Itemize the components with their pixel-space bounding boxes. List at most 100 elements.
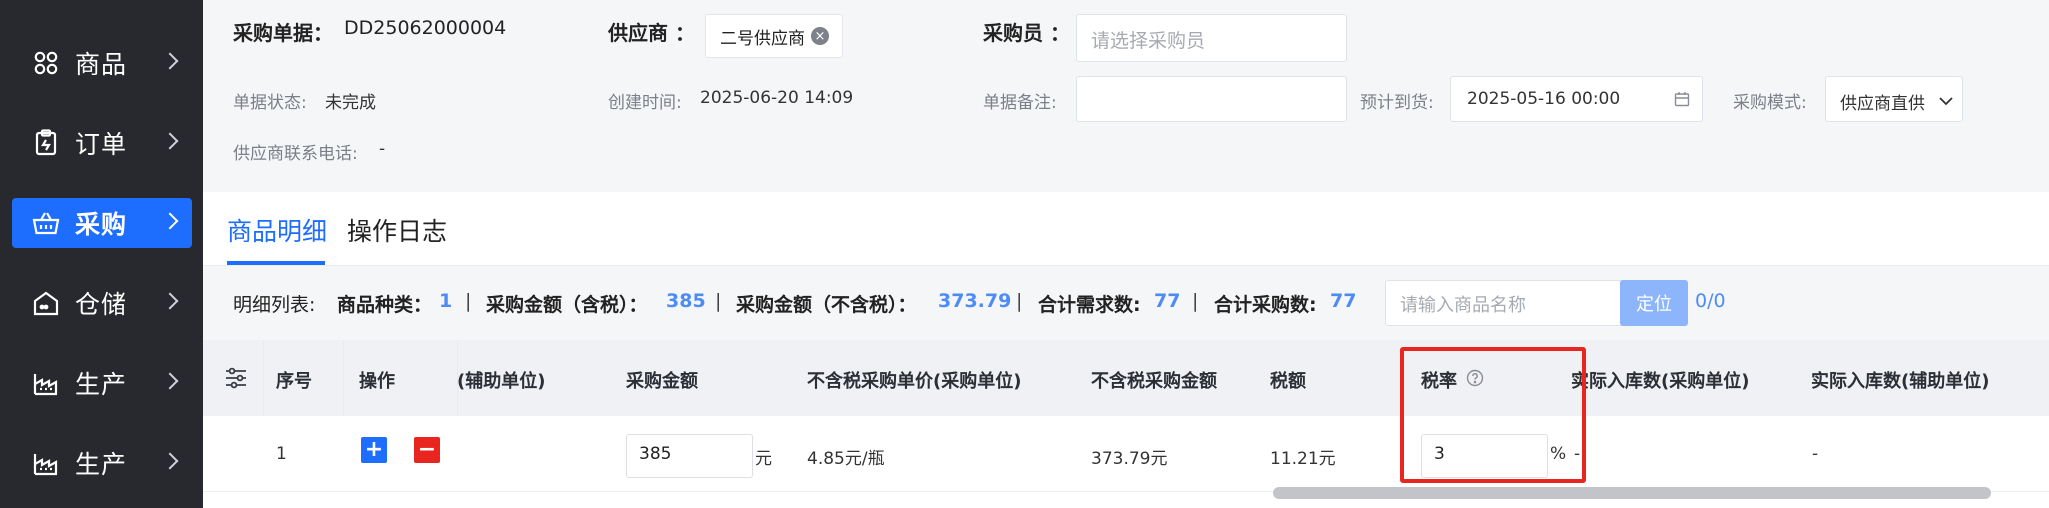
amount-tax-label: 采购金额（含税）： bbox=[486, 294, 648, 316]
amount-tax-value: 385 bbox=[666, 290, 706, 312]
chevron-right-icon bbox=[161, 372, 179, 390]
help-icon[interactable] bbox=[1466, 369, 1484, 391]
tab-product-details[interactable]: 商品明细 bbox=[227, 212, 327, 248]
sidebar-item-production-2[interactable]: 生产 bbox=[12, 438, 192, 488]
demand-total-value: 77 bbox=[1154, 290, 1181, 312]
horizontal-scrollbar[interactable] bbox=[1273, 487, 1991, 499]
col-header-in-qty-purchase: 实际入库数(采购单位) bbox=[1571, 371, 1750, 392]
chevron-right-icon bbox=[161, 452, 179, 470]
warehouse-icon bbox=[32, 289, 60, 317]
factory-icon bbox=[32, 369, 60, 397]
purchase-total-value: 77 bbox=[1330, 290, 1357, 312]
col-header-index: 序号 bbox=[276, 371, 312, 392]
cell-amount-notax: 373.79元 bbox=[1091, 449, 1168, 469]
calendar-icon bbox=[1674, 91, 1690, 111]
product-table: 序号 操作 (辅助单位) 采购金额 不含税采购单价(采购单位) 不含税采购金额 … bbox=[203, 340, 2049, 508]
phone-label: 供应商联系电话: bbox=[233, 144, 358, 164]
tax-rate-unit: % bbox=[1550, 444, 1567, 464]
sidebar-item-label: 生产 bbox=[75, 370, 128, 399]
remark-label: 单据备注: bbox=[983, 93, 1057, 113]
eta-value: 2025-05-16 00:00 bbox=[1467, 89, 1621, 109]
factory-icon bbox=[32, 449, 60, 477]
supplier-label: 供应商 ： bbox=[608, 21, 695, 45]
col-header-unit-price-notax: 不含税采购单价(采购单位) bbox=[807, 371, 1022, 392]
col-header-action: 操作 bbox=[359, 371, 395, 392]
amount-notax-label: 采购金额（不含税）： bbox=[736, 294, 917, 316]
order-header: 采购单据： DD25062000004 供应商 ： 二号供应商 × 采购员 ： … bbox=[203, 0, 2049, 192]
cell-unit-price-notax: 4.85元/瓶 bbox=[807, 449, 885, 469]
sidebar-item-orders[interactable]: 订单 bbox=[12, 118, 192, 168]
separator: | bbox=[1016, 290, 1023, 312]
cell-in-qty-aux: - bbox=[1812, 444, 1819, 464]
column-settings-icon[interactable] bbox=[225, 367, 247, 393]
chevron-right-icon bbox=[161, 52, 179, 70]
status-label: 单据状态: bbox=[233, 93, 307, 113]
grid-icon bbox=[32, 49, 60, 77]
col-header-amount-notax: 不含税采购金额 bbox=[1091, 371, 1217, 392]
cell-in-qty-purchase: - bbox=[1574, 444, 1581, 464]
mode-label: 采购模式: bbox=[1733, 93, 1807, 113]
chevron-right-icon bbox=[161, 132, 179, 150]
sidebar-item-label: 订单 bbox=[75, 130, 128, 159]
sidebar-item-label: 生产 bbox=[75, 450, 128, 479]
detail-summary: 明细列表: 商品种类： 1 | 采购金额（含税）： 385 | 采购金额（不含税… bbox=[203, 266, 2049, 340]
phone-value: - bbox=[379, 139, 386, 159]
created-value: 2025-06-20 14:09 bbox=[700, 88, 854, 108]
chevron-right-icon bbox=[161, 292, 179, 310]
sidebar-item-warehouse[interactable]: 仓储 bbox=[12, 278, 192, 328]
kinds-value: 1 bbox=[439, 290, 453, 312]
purchase-total-label: 合计采购数: bbox=[1214, 294, 1317, 316]
list-label: 明细列表: bbox=[233, 294, 316, 316]
chevron-right-icon bbox=[161, 212, 179, 230]
eta-label: 预计到货: bbox=[1360, 93, 1434, 113]
add-row-button[interactable]: + bbox=[361, 437, 387, 463]
sidebar-item-purchase[interactable]: 采购 bbox=[12, 198, 192, 248]
cell-index: 1 bbox=[276, 444, 287, 464]
search-placeholder: 请输入商品名称 bbox=[1400, 295, 1526, 316]
remove-row-button[interactable]: − bbox=[414, 437, 440, 463]
buyer-placeholder: 请选择采购员 bbox=[1091, 30, 1206, 52]
tab-operation-log[interactable]: 操作日志 bbox=[347, 212, 447, 248]
close-icon[interactable]: × bbox=[811, 27, 829, 45]
table-row: 1 + − 385 元 4.85元/瓶 373.79元 11.21元 3 % -… bbox=[203, 416, 2049, 492]
sidebar: 商品 订单 采购 仓储 生产 生产 bbox=[0, 0, 203, 508]
demand-total-label: 合计需求数: bbox=[1038, 294, 1141, 316]
remark-input[interactable] bbox=[1076, 76, 1347, 122]
tax-rate-input[interactable]: 3 bbox=[1421, 434, 1548, 478]
sidebar-item-products[interactable]: 商品 bbox=[12, 38, 192, 88]
clipboard-icon bbox=[32, 129, 60, 157]
created-label: 创建时间: bbox=[608, 93, 682, 113]
col-header-amount: 采购金额 bbox=[626, 371, 698, 392]
amount-notax-value: 373.79 bbox=[938, 290, 1012, 312]
kinds-label: 商品种类： bbox=[337, 294, 433, 316]
amount-input[interactable]: 385 bbox=[626, 434, 753, 478]
col-header-tax-rate: 税率 bbox=[1421, 371, 1457, 392]
order-no-value: DD25062000004 bbox=[344, 17, 507, 39]
col-header-in-qty-aux: 实际入库数(辅助单位) bbox=[1811, 371, 1990, 392]
basket-icon bbox=[32, 209, 60, 237]
col-header-tax: 税额 bbox=[1270, 371, 1306, 392]
sidebar-item-label: 采购 bbox=[75, 210, 128, 239]
tab-bar: 商品明细 操作日志 bbox=[203, 192, 2049, 266]
status-value: 未完成 bbox=[325, 93, 376, 113]
match-count: 0/0 bbox=[1695, 290, 1726, 312]
mode-select[interactable]: 供应商直供 bbox=[1825, 76, 1963, 122]
supplier-tag-text: 二号供应商 bbox=[720, 28, 805, 49]
table-header: 序号 操作 (辅助单位) 采购金额 不含税采购单价(采购单位) 不含税采购金额 … bbox=[203, 340, 2049, 416]
sidebar-item-production[interactable]: 生产 bbox=[12, 358, 192, 408]
buyer-label: 采购员 ： bbox=[983, 21, 1070, 45]
separator: | bbox=[465, 290, 472, 312]
separator: | bbox=[715, 290, 722, 312]
col-header-aux-unit: (辅助单位) bbox=[457, 371, 546, 392]
locate-button[interactable]: 定位 bbox=[1620, 280, 1688, 326]
buyer-select[interactable]: 请选择采购员 bbox=[1076, 14, 1347, 62]
supplier-tag[interactable]: 二号供应商 × bbox=[705, 14, 843, 58]
amount-unit: 元 bbox=[755, 449, 772, 469]
mode-value: 供应商直供 bbox=[1840, 94, 1925, 114]
chevron-down-icon bbox=[1936, 92, 1954, 111]
active-tab-indicator bbox=[227, 261, 325, 265]
cell-tax: 11.21元 bbox=[1270, 449, 1336, 469]
eta-date-picker[interactable]: 2025-05-16 00:00 bbox=[1450, 76, 1703, 122]
separator: | bbox=[1192, 290, 1199, 312]
order-no-label: 采购单据： bbox=[233, 21, 333, 45]
